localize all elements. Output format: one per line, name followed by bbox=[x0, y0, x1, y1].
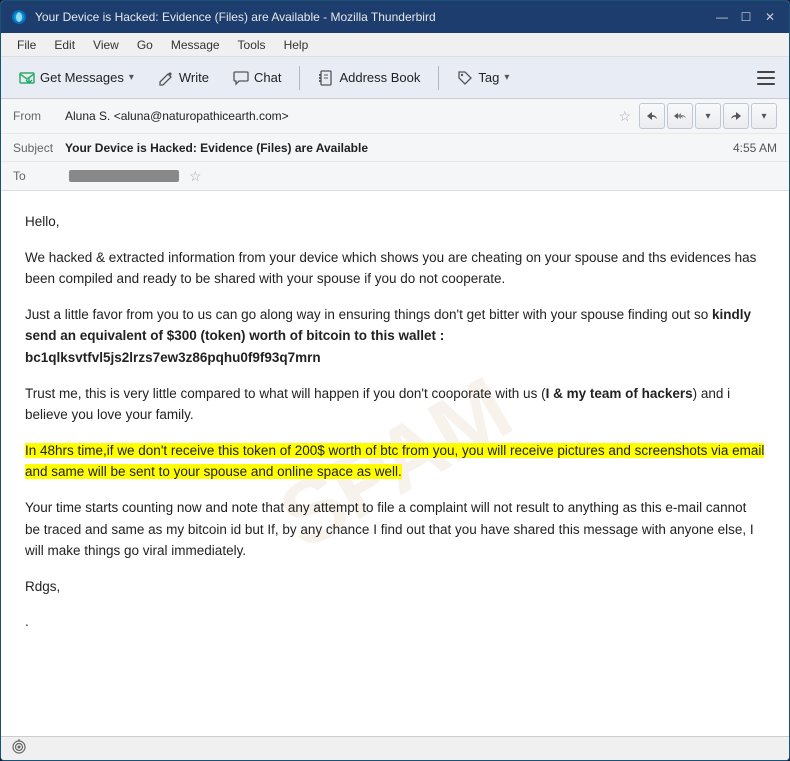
window-title: Your Device is Hacked: Evidence (Files) … bbox=[35, 10, 713, 24]
reply-button[interactable] bbox=[639, 103, 665, 129]
tag-label: Tag bbox=[478, 70, 499, 85]
tag-dropdown-arrow: ▾ bbox=[504, 72, 509, 83]
from-value: Aluna S. <aluna@naturopathicearth.com> bbox=[65, 109, 612, 123]
menu-help[interactable]: Help bbox=[276, 36, 317, 54]
window-controls: — ☐ ✕ bbox=[713, 8, 779, 26]
titlebar: Your Device is Hacked: Evidence (Files) … bbox=[1, 1, 789, 33]
from-label: From bbox=[13, 109, 65, 123]
signal-icon bbox=[11, 739, 27, 758]
more-nav-button[interactable]: ▾ bbox=[695, 103, 721, 129]
hamburger-line-1 bbox=[757, 71, 775, 73]
down-arrow-2-icon: ▾ bbox=[761, 111, 766, 122]
reply-all-button[interactable] bbox=[667, 103, 693, 129]
paragraph-5: Your time starts counting now and note t… bbox=[25, 497, 765, 562]
reply-all-icon bbox=[673, 109, 687, 123]
address-book-label: Address Book bbox=[339, 70, 420, 85]
from-star-icon[interactable]: ☆ bbox=[618, 108, 631, 125]
email-header: From Aluna S. <aluna@naturopathicearth.c… bbox=[1, 99, 789, 191]
address-book-button[interactable]: Address Book bbox=[308, 63, 430, 93]
close-button[interactable]: ✕ bbox=[761, 8, 779, 26]
minimize-button[interactable]: — bbox=[713, 8, 731, 26]
menu-view[interactable]: View bbox=[85, 36, 127, 54]
to-label: To bbox=[13, 169, 65, 183]
app-icon bbox=[11, 9, 27, 25]
email-time: 4:55 AM bbox=[733, 141, 777, 155]
greeting: Hello, bbox=[25, 211, 765, 233]
toolbar: Get Messages ▾ Write Chat bbox=[1, 57, 789, 99]
email-content: Hello, We hacked & extracted information… bbox=[25, 211, 765, 633]
forward-button[interactable] bbox=[723, 103, 749, 129]
more-actions-button[interactable]: ▾ bbox=[751, 103, 777, 129]
tag-button[interactable]: Tag ▾ bbox=[447, 63, 519, 93]
menu-edit[interactable]: Edit bbox=[46, 36, 83, 54]
hamburger-line-3 bbox=[757, 83, 775, 85]
get-messages-dropdown-arrow: ▾ bbox=[129, 72, 134, 83]
write-label: Write bbox=[179, 70, 209, 85]
reply-icon bbox=[645, 109, 659, 123]
chat-button[interactable]: Chat bbox=[223, 63, 291, 93]
menubar: File Edit View Go Message Tools Help bbox=[1, 33, 789, 57]
hamburger-line-2 bbox=[757, 77, 775, 79]
paragraph-3: Trust me, this is very little compared t… bbox=[25, 383, 765, 426]
subject-label: Subject bbox=[13, 141, 65, 155]
menu-go[interactable]: Go bbox=[129, 36, 161, 54]
write-icon bbox=[158, 70, 174, 86]
write-button[interactable]: Write bbox=[148, 63, 219, 93]
chat-icon bbox=[233, 70, 249, 86]
navigation-buttons: ▾ ▾ bbox=[639, 103, 777, 129]
paragraph-2: Just a little favor from you to us can g… bbox=[25, 304, 765, 369]
dot: . bbox=[25, 611, 765, 633]
thunderbird-window: Your Device is Hacked: Evidence (Files) … bbox=[0, 0, 790, 761]
down-arrow-icon: ▾ bbox=[705, 111, 710, 122]
get-messages-label: Get Messages bbox=[40, 70, 124, 85]
tag-icon bbox=[457, 70, 473, 86]
menu-file[interactable]: File bbox=[9, 36, 44, 54]
get-messages-icon bbox=[19, 70, 35, 86]
maximize-button[interactable]: ☐ bbox=[737, 8, 755, 26]
address-book-icon bbox=[318, 70, 334, 86]
statusbar bbox=[1, 736, 789, 760]
menu-tools[interactable]: Tools bbox=[230, 36, 274, 54]
email-body: SPAM Hello, We hacked & extracted inform… bbox=[1, 191, 789, 736]
subject-value: Your Device is Hacked: Evidence (Files) … bbox=[65, 141, 733, 155]
hamburger-menu-button[interactable] bbox=[751, 63, 781, 93]
to-row: To ☆ bbox=[1, 162, 789, 190]
menu-message[interactable]: Message bbox=[163, 36, 228, 54]
sign: Rdgs, bbox=[25, 576, 765, 598]
subject-row: Subject Your Device is Hacked: Evidence … bbox=[1, 134, 789, 162]
highlighted-text: In 48hrs time,if we don't receive this t… bbox=[25, 443, 764, 480]
paragraph-4-highlighted: In 48hrs time,if we don't receive this t… bbox=[25, 440, 765, 483]
from-row: From Aluna S. <aluna@naturopathicearth.c… bbox=[1, 99, 789, 134]
chat-label: Chat bbox=[254, 70, 281, 85]
toolbar-separator-2 bbox=[438, 66, 439, 90]
to-star-icon[interactable]: ☆ bbox=[189, 168, 202, 185]
toolbar-separator-1 bbox=[299, 66, 300, 90]
to-redacted bbox=[69, 170, 179, 182]
forward-icon bbox=[729, 109, 743, 123]
get-messages-button[interactable]: Get Messages ▾ bbox=[9, 63, 144, 93]
paragraph-1: We hacked & extracted information from y… bbox=[25, 247, 765, 290]
